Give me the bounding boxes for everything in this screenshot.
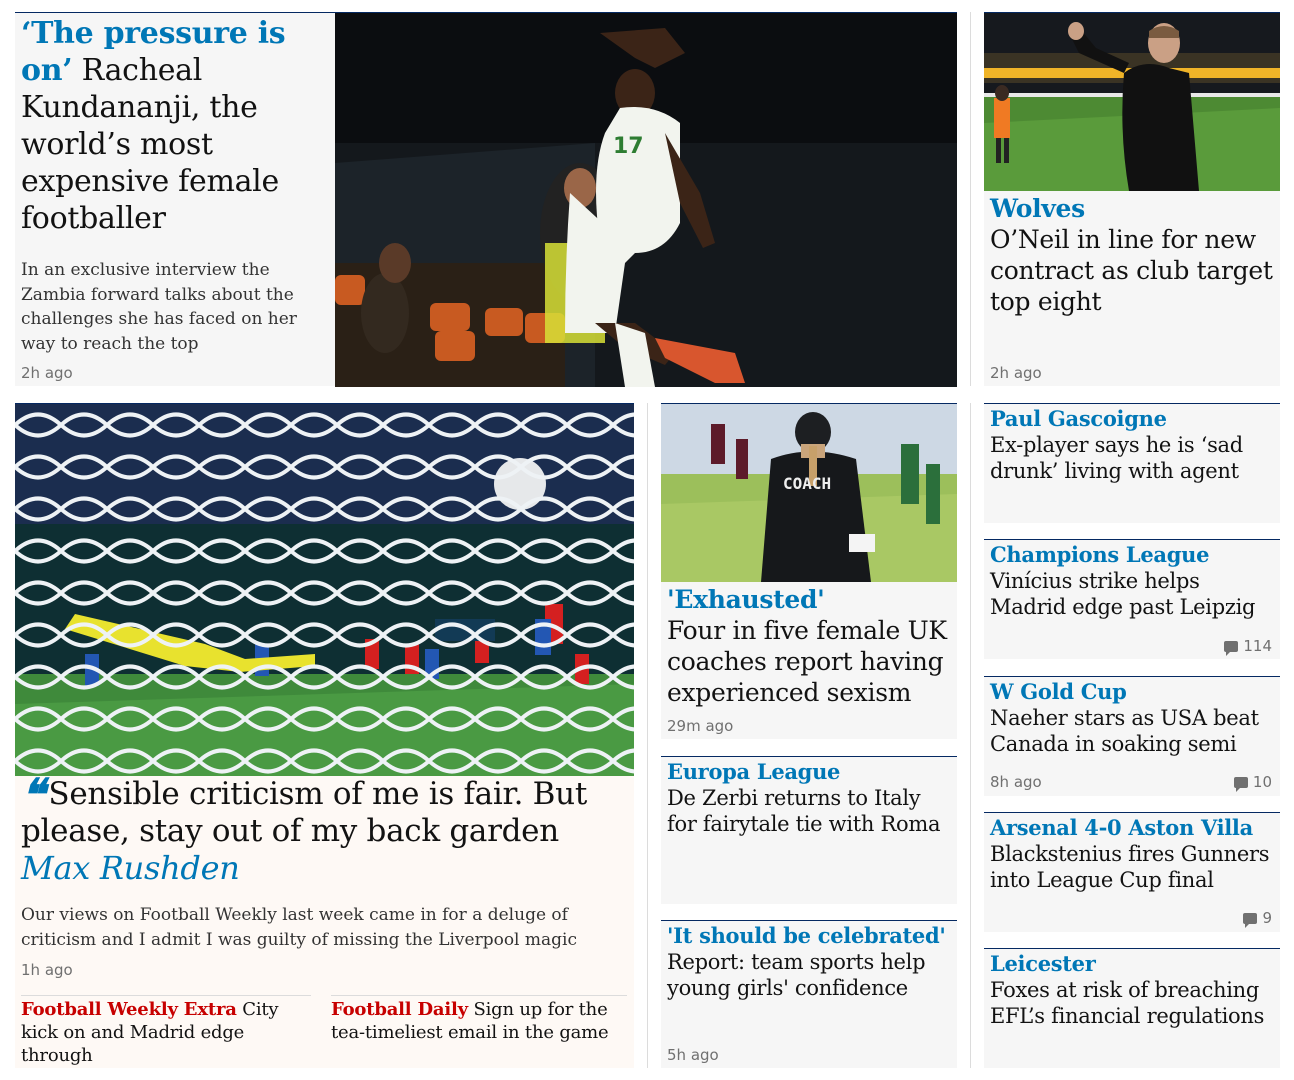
card-headline[interactable]: Leicester Foxes at risk of breaching EFL… xyxy=(990,951,1274,1029)
coach-photo[interactable]: COACH xyxy=(661,404,957,582)
headline-text: Ex-player says he is ‘sad drunk’ living … xyxy=(990,433,1243,483)
card-kicker: Leicester xyxy=(990,951,1096,976)
manager-celebrating-photo[interactable] xyxy=(984,13,1280,191)
card-exhausted[interactable]: COACH 'Exhausted' Four in five female UK… xyxy=(661,403,957,739)
card-headline[interactable]: 'Exhausted' Four in five female UK coach… xyxy=(667,584,951,708)
card-age: 8h ago xyxy=(990,773,1042,791)
card-europa-league[interactable]: Europa League De Zerbi returns to Italy … xyxy=(661,756,957,904)
headline-text: O’Neil in line for new contract as club … xyxy=(990,225,1273,316)
card-age: 1h ago xyxy=(21,961,73,979)
comment-icon xyxy=(1224,640,1239,656)
headline-text: Report: team sports help young girls' co… xyxy=(667,950,926,1000)
card-kicker: Wolves xyxy=(990,194,1085,223)
opinion-card-rushden[interactable]: ❝ Sensible criticism of me is fair. But p… xyxy=(15,403,634,1068)
card-wolves[interactable]: Wolves O’Neil in line for new contract a… xyxy=(984,12,1280,386)
sublink-kicker: Football Weekly Extra xyxy=(21,999,237,1020)
card-headline[interactable]: Paul Gascoigne Ex-player says he is ‘sad… xyxy=(990,406,1274,484)
card-kicker: 'It should be celebrated' xyxy=(667,923,946,948)
coach-text: COACH xyxy=(783,474,831,493)
card-age: 5h ago xyxy=(667,1046,719,1064)
feature-card-kundananji[interactable]: ‘The pressure is on’ Racheal Kundananji,… xyxy=(15,12,957,387)
card-headline[interactable]: W Gold Cup Naeher stars as USA beat Cana… xyxy=(990,679,1274,757)
headline-text: De Zerbi returns to Italy for fairytale … xyxy=(667,786,941,836)
card-headline[interactable]: ‘The pressure is on’ Racheal Kundananji,… xyxy=(21,15,331,237)
opinion-trail: Our views on Football Weekly last week c… xyxy=(21,905,577,950)
column-divider xyxy=(647,403,648,1068)
card-kicker: Paul Gascoigne xyxy=(990,406,1167,431)
list-item[interactable]: Paul Gascoigne Ex-player says he is ‘sad… xyxy=(984,403,1280,523)
sublink-football-weekly-extra[interactable]: Football Weekly Extra City kick on and M… xyxy=(21,995,311,1067)
headline-text: Naeher stars as USA beat Canada in soaki… xyxy=(990,706,1259,756)
card-kicker: Europa League xyxy=(667,759,841,784)
comment-icon xyxy=(1233,776,1248,792)
card-age: 29m ago xyxy=(667,717,734,735)
card-kicker: Champions League xyxy=(990,542,1210,567)
headline-text: Foxes at risk of breaching EFL’s financi… xyxy=(990,978,1265,1028)
quote-icon: ❝ xyxy=(21,770,45,821)
sublink-football-daily[interactable]: Football Daily Sign up for the tea-timel… xyxy=(331,995,627,1044)
list-item[interactable]: Arsenal 4-0 Aston Villa Blackstenius fir… xyxy=(984,812,1280,932)
byline[interactable]: Max Rushden xyxy=(21,850,621,887)
headline-text: Vinícius strike helps Madrid edge past L… xyxy=(990,569,1256,619)
column-divider xyxy=(970,403,971,1068)
footballer-celebration-photo[interactable]: 17 xyxy=(335,13,957,387)
card-age: 2h ago xyxy=(990,364,1042,382)
card-age: 2h ago xyxy=(21,364,73,382)
card-kicker: Arsenal 4-0 Aston Villa xyxy=(990,815,1253,840)
card-trail: In an exclusive interview the Zambia for… xyxy=(21,260,297,354)
comment-count[interactable]: 10 xyxy=(1233,773,1272,792)
headline-text: Four in five female UK coaches report ha… xyxy=(667,616,947,707)
card-kicker: 'Exhausted' xyxy=(667,585,825,614)
comment-icon xyxy=(1243,912,1258,928)
comment-count[interactable]: 114 xyxy=(1224,637,1272,656)
list-item[interactable]: W Gold Cup Naeher stars as USA beat Cana… xyxy=(984,676,1280,796)
headline-text: Blackstenius fires Gunners into League C… xyxy=(990,842,1270,892)
goal-net-photo[interactable] xyxy=(15,404,634,776)
card-headline[interactable]: Europa League De Zerbi returns to Italy … xyxy=(667,759,951,837)
card-headline[interactable]: Wolves O’Neil in line for new contract a… xyxy=(990,193,1274,317)
card-celebrated[interactable]: 'It should be celebrated' Report: team s… xyxy=(661,920,957,1068)
card-headline[interactable]: Arsenal 4-0 Aston Villa Blackstenius fir… xyxy=(990,815,1274,893)
card-headline[interactable]: 'It should be celebrated' Report: team s… xyxy=(667,923,951,1001)
headline-text: Sensible criticism of me is fair. But pl… xyxy=(21,776,587,849)
card-kicker: W Gold Cup xyxy=(990,679,1127,704)
list-item[interactable]: Leicester Foxes at risk of breaching EFL… xyxy=(984,948,1280,1068)
column-divider xyxy=(970,12,971,386)
card-headline[interactable]: Champions League Vinícius strike helps M… xyxy=(990,542,1274,620)
sublink-kicker: Football Daily xyxy=(331,999,468,1020)
svg-text:17: 17 xyxy=(613,134,644,159)
opinion-headline[interactable]: ❝ Sensible criticism of me is fair. But p… xyxy=(21,770,621,887)
comment-count[interactable]: 9 xyxy=(1243,909,1272,928)
list-item[interactable]: Champions League Vinícius strike helps M… xyxy=(984,539,1280,659)
